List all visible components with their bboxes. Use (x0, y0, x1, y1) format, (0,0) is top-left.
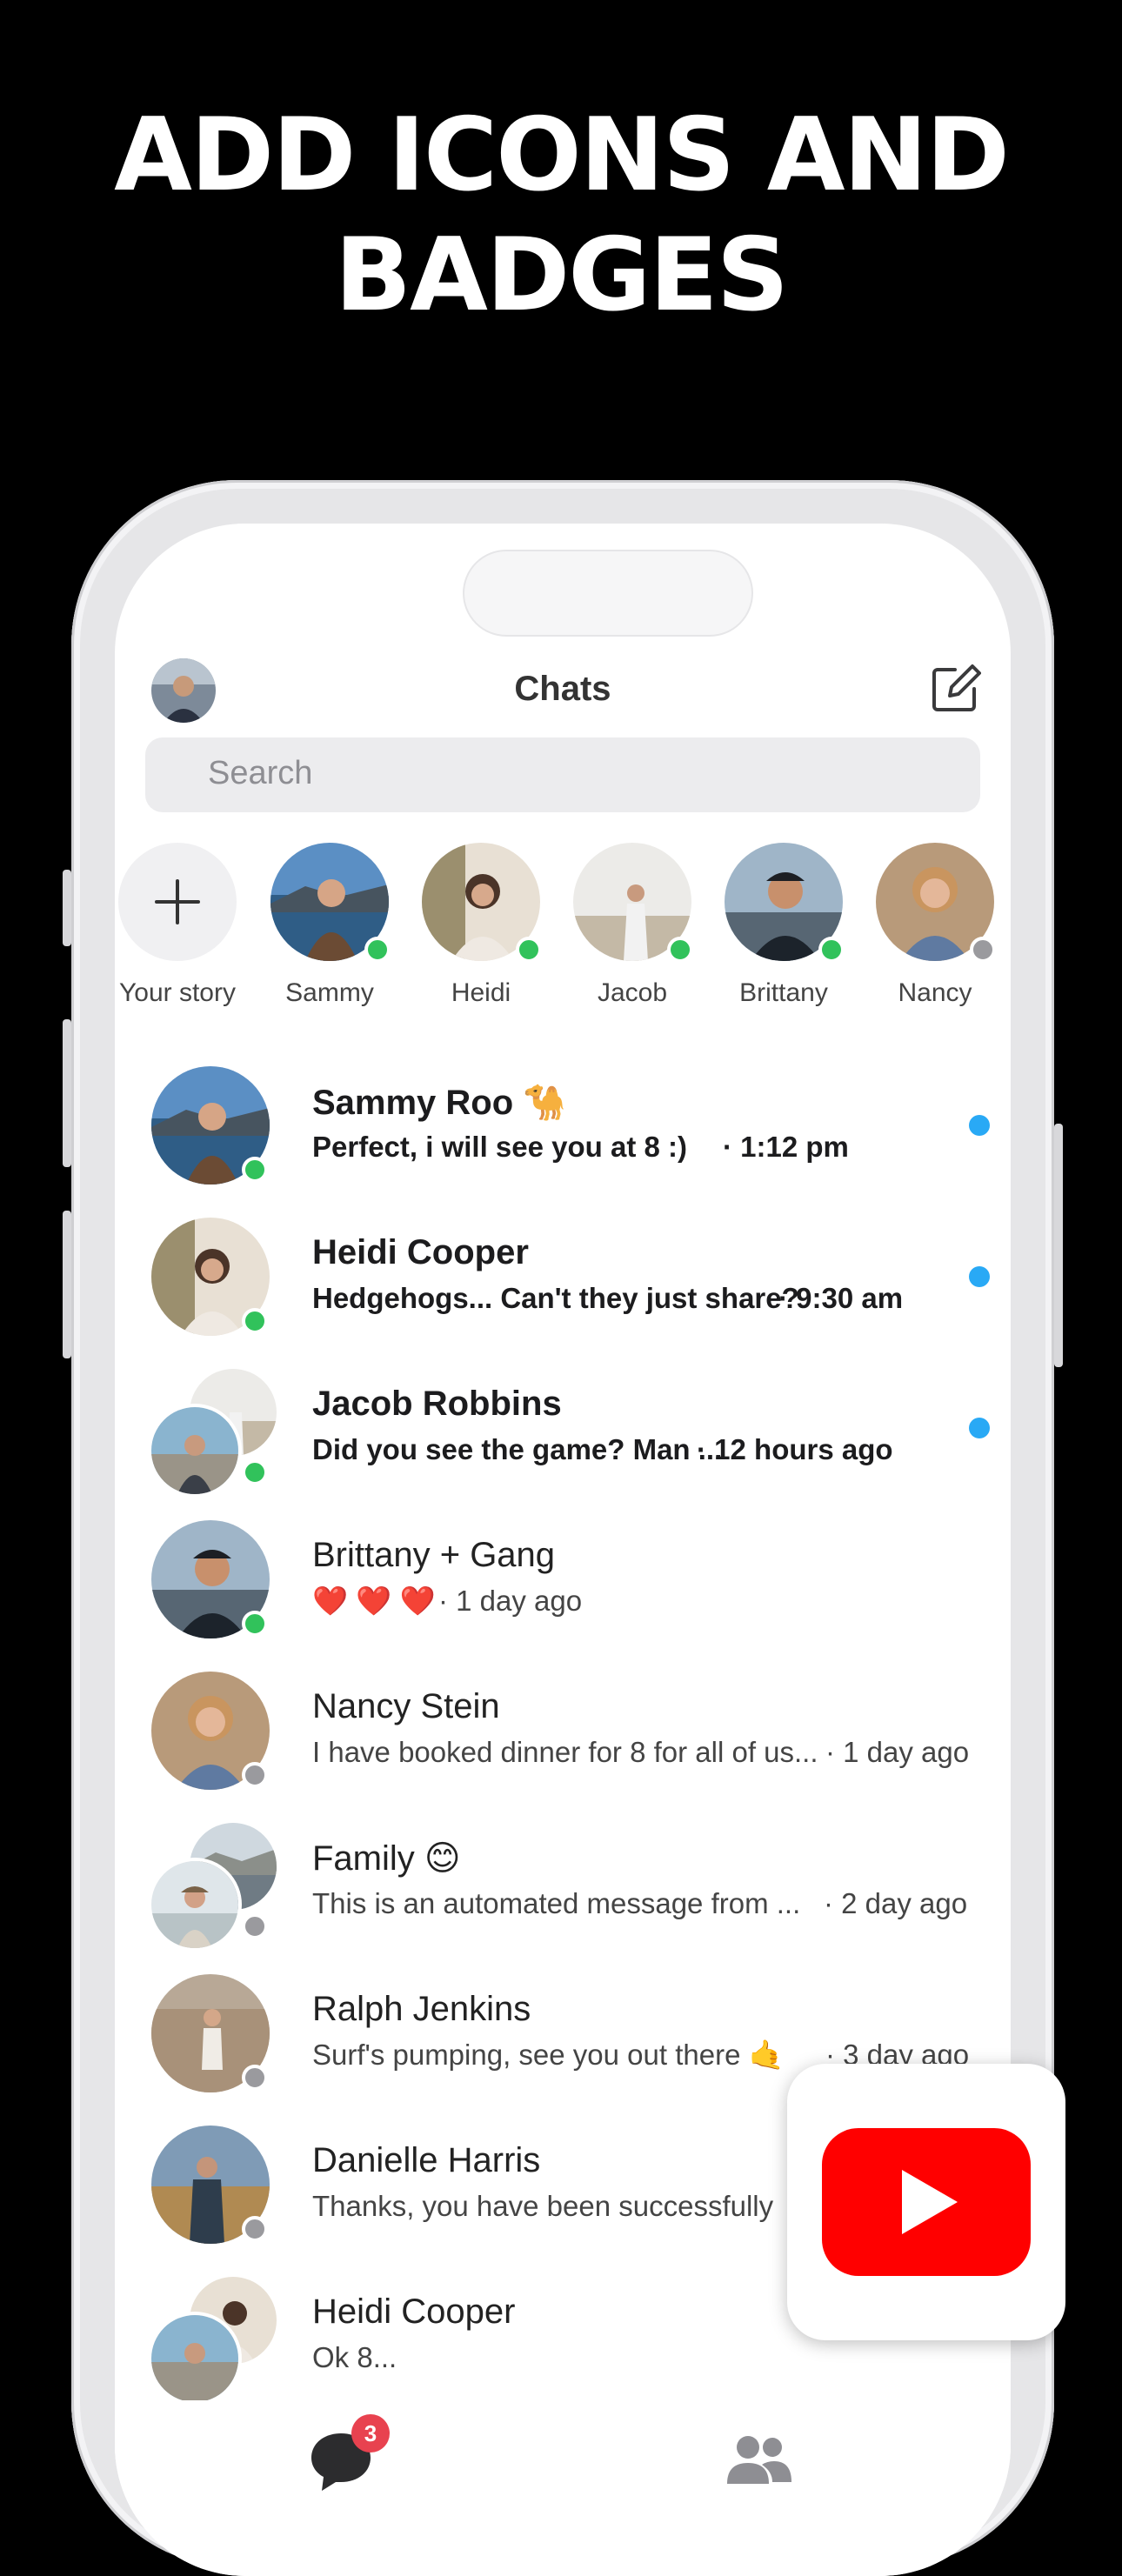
story-heidi[interactable]: Heidi (403, 843, 559, 1008)
chat-avatar (151, 1672, 270, 1790)
chat-message: Hedgehogs... Can't they just share? (312, 1282, 799, 1314)
unread-indicator (969, 1115, 990, 1136)
chat-name: Brittany + Gang (312, 1536, 556, 1574)
offline-status-dot (242, 1913, 268, 1939)
chat-name: Ralph Jenkins (312, 1990, 531, 2028)
headline-line-2: BADGES (334, 217, 789, 334)
chat-row-nancy-stein[interactable]: Nancy Stein I have booked dinner for 8 f… (151, 1672, 1011, 1819)
story-label: Your story (119, 978, 236, 1007)
chat-message: Surf's pumping, see you out there 🤙 (312, 2039, 785, 2071)
online-status-dot (667, 937, 693, 963)
phone-side-button (63, 870, 71, 946)
story-nancy[interactable]: Nancy (857, 843, 1011, 1008)
chat-message: Thanks, you have been successfully (312, 2190, 774, 2222)
online-status-dot (242, 1459, 268, 1485)
chat-time: · 2 day ago (824, 1887, 968, 1919)
unread-count-badge: 3 (351, 2414, 390, 2453)
story-sammy[interactable]: Sammy (251, 843, 408, 1008)
plus-icon (155, 879, 200, 924)
chat-name: Heidi Cooper (312, 2292, 516, 2331)
youtube-logo (822, 2128, 1031, 2276)
chat-message: Perfect, i will see you at 8 :) (312, 1131, 687, 1163)
chat-time: · 9:30 am (778, 1282, 904, 1314)
chat-avatar-group (148, 1365, 280, 1498)
chat-avatar (151, 2126, 270, 2244)
offline-status-dot (242, 2216, 268, 2242)
chat-row-sammy-roo[interactable]: Sammy Roo 🐪 Perfect, i will see you at 8… (151, 1066, 1011, 1214)
chat-avatar-group (148, 1819, 280, 1952)
unread-indicator (969, 1418, 990, 1438)
phone-volume-up-button (63, 1019, 71, 1167)
story-jacob[interactable]: Jacob (554, 843, 711, 1008)
offline-status-dot (242, 1762, 268, 1788)
tab-bar: 3 (115, 2400, 1011, 2576)
page-title: Chats (514, 670, 611, 708)
story-label: Heidi (451, 978, 511, 1007)
chat-message: I have booked dinner for 8 for all of us… (312, 1736, 818, 1768)
chat-avatar (151, 1218, 270, 1336)
online-status-dot (818, 937, 845, 963)
youtube-card[interactable] (787, 2064, 1065, 2340)
offline-status-dot (242, 2065, 268, 2091)
chat-avatar (151, 1974, 270, 2092)
chat-message: Ok 8... (312, 2341, 397, 2373)
search-input[interactable]: Search (145, 737, 980, 812)
chat-row-heidi-cooper[interactable]: Heidi Cooper Hedgehogs... Can't they jus… (151, 1218, 1011, 1365)
dynamic-island (463, 550, 753, 637)
story-label: Sammy (285, 978, 374, 1007)
online-status-dot (242, 1157, 268, 1183)
chat-name: Jacob Robbins (312, 1385, 562, 1423)
chat-message: This is an automated message from ... (312, 1887, 801, 1919)
chat-message: Did you see the game? Man ... (312, 1433, 723, 1465)
chat-avatar (151, 1520, 270, 1638)
compose-icon[interactable] (929, 663, 981, 715)
chat-name: Sammy Roo 🐪 (312, 1084, 567, 1122)
story-label: Nancy (898, 978, 972, 1007)
story-label: Brittany (739, 978, 828, 1007)
phone-volume-down-button (63, 1211, 71, 1358)
search-placeholder: Search (208, 755, 313, 791)
chat-name: Danielle Harris (312, 2141, 541, 2179)
chat-time: · 1:12 pm (723, 1131, 849, 1163)
chat-name: Heidi Cooper (312, 1233, 529, 1271)
unread-indicator (969, 1266, 990, 1287)
add-story-button[interactable] (118, 843, 237, 961)
chat-name: Family 😊 (312, 1839, 461, 1878)
online-status-dot (242, 1308, 268, 1334)
chat-avatar (151, 1066, 270, 1185)
chat-message-hearts: ❤️ ❤️ ❤️ (312, 1585, 436, 1617)
chat-time: · 12 hours ago (697, 1433, 893, 1465)
chat-row-jacob-robbins[interactable]: Jacob Robbins Did you see the game? Man … (148, 1365, 1011, 1517)
chat-time: · 1 day ago (438, 1585, 583, 1617)
online-status-dot (242, 1611, 268, 1637)
chat-time: · 1 day ago (825, 1736, 970, 1768)
story-your-story[interactable]: Your story (115, 843, 256, 1008)
offline-status-dot (970, 937, 996, 963)
online-status-dot (364, 937, 391, 963)
story-brittany[interactable]: Brittany (705, 843, 862, 1008)
chat-row-family[interactable]: Family 😊 This is an automated message fr… (148, 1819, 1011, 1971)
story-label: Jacob (597, 978, 668, 1007)
headline-line-1: ADD ICONS AND (114, 97, 1010, 214)
phone-power-button (1054, 1124, 1063, 1367)
headline: ADD ICONS AND BADGES (0, 96, 1122, 336)
people-icon[interactable] (724, 2430, 793, 2491)
chat-avatar-group (148, 2273, 280, 2406)
chat-row-brittany-gang[interactable]: Brittany + Gang ❤️ ❤️ ❤️ · 1 day ago (151, 1520, 1011, 1668)
online-status-dot (516, 937, 542, 963)
chat-name: Nancy Stein (312, 1687, 500, 1725)
